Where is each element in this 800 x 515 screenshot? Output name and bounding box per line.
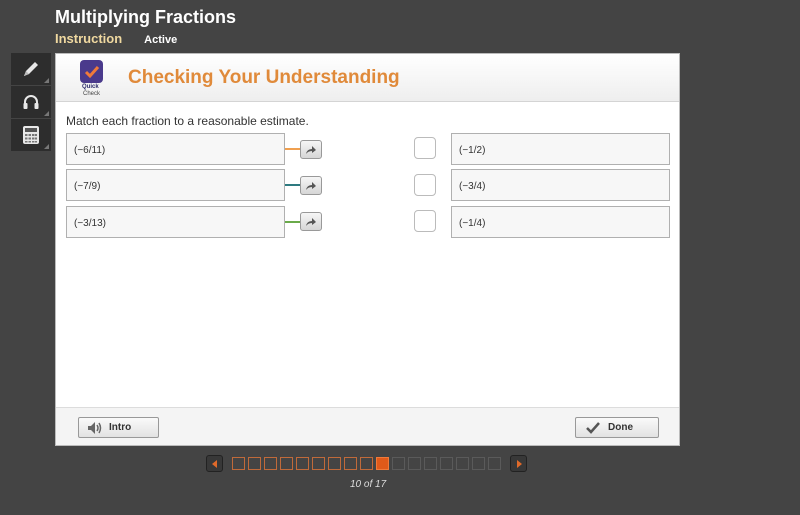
page-dot-9[interactable] [360, 457, 373, 470]
page-navigator [206, 455, 527, 472]
page-dot-17[interactable] [488, 457, 501, 470]
status-label: Active [144, 34, 178, 46]
quick-check-icon [80, 60, 103, 83]
connector-line-2 [285, 184, 300, 186]
match-arrow-button-3[interactable] [300, 212, 322, 231]
intro-button[interactable]: Intro [78, 417, 159, 438]
arrow-icon [306, 145, 316, 154]
page-dot-7[interactable] [328, 457, 341, 470]
intro-label: Intro [109, 422, 132, 433]
activity-panel: Quick Check Checking Your Understanding … [55, 53, 680, 446]
fraction-item-1[interactable]: (−6/11) [66, 133, 285, 165]
headphones-icon [23, 95, 39, 109]
page-dot-16[interactable] [472, 457, 485, 470]
drop-target-2[interactable] [414, 174, 436, 196]
fraction-item-2[interactable]: (−7/9) [66, 169, 285, 201]
panel-title: Checking Your Understanding [128, 67, 400, 88]
drop-target-3[interactable] [414, 210, 436, 232]
arrow-left-icon [211, 459, 217, 468]
panel-footer: Intro Done [56, 407, 679, 445]
page-dot-12[interactable] [408, 457, 421, 470]
previous-page-button[interactable] [206, 455, 223, 472]
page-count: 10 of 17 [350, 479, 387, 490]
arrow-icon [306, 217, 316, 226]
fraction-item-3[interactable]: (−3/13) [66, 206, 285, 238]
done-button[interactable]: Done [575, 417, 659, 438]
estimate-item-2: (−3/4) [451, 169, 670, 201]
arrow-right-icon [516, 459, 522, 468]
connector-line-3 [285, 221, 300, 223]
side-toolbar [11, 53, 51, 152]
page-dot-8[interactable] [344, 457, 357, 470]
lesson-subtitle: Instruction Active [55, 31, 177, 46]
page-dot-3[interactable] [264, 457, 277, 470]
page-dot-1[interactable] [232, 457, 245, 470]
done-label: Done [608, 422, 633, 433]
page-dot-11[interactable] [392, 457, 405, 470]
panel-header: Quick Check Checking Your Understanding [56, 54, 679, 102]
lesson-title: Multiplying Fractions [55, 7, 237, 27]
calculator-tool-button[interactable] [11, 119, 51, 151]
estimate-item-1: (−1/2) [451, 133, 670, 165]
drop-target-1[interactable] [414, 137, 436, 159]
page-dot-6[interactable] [312, 457, 325, 470]
page-dot-15[interactable] [456, 457, 469, 470]
page-dot-2[interactable] [248, 457, 261, 470]
match-arrow-button-2[interactable] [300, 176, 322, 195]
page-dot-10[interactable] [376, 457, 389, 470]
section-label: Instruction [55, 31, 123, 46]
page-dots [232, 457, 501, 470]
pencil-tool-button[interactable] [11, 53, 51, 85]
arrow-icon [306, 181, 316, 190]
match-arrow-button-1[interactable] [300, 140, 322, 159]
pencil-icon [24, 62, 38, 76]
badge-line1: Quick [82, 84, 99, 90]
page-dot-5[interactable] [296, 457, 309, 470]
checkmark-icon [586, 421, 600, 434]
instructions: Match each fraction to a reasonable esti… [66, 114, 309, 128]
page-dot-14[interactable] [440, 457, 453, 470]
speaker-icon [88, 421, 102, 434]
next-page-button[interactable] [510, 455, 527, 472]
calculator-icon [23, 126, 39, 144]
badge-line2: Check [83, 91, 101, 97]
page-dot-4[interactable] [280, 457, 293, 470]
audio-tool-button[interactable] [11, 86, 51, 118]
estimate-item-3: (−1/4) [451, 206, 670, 238]
page-dot-13[interactable] [424, 457, 437, 470]
connector-line-1 [285, 148, 300, 150]
